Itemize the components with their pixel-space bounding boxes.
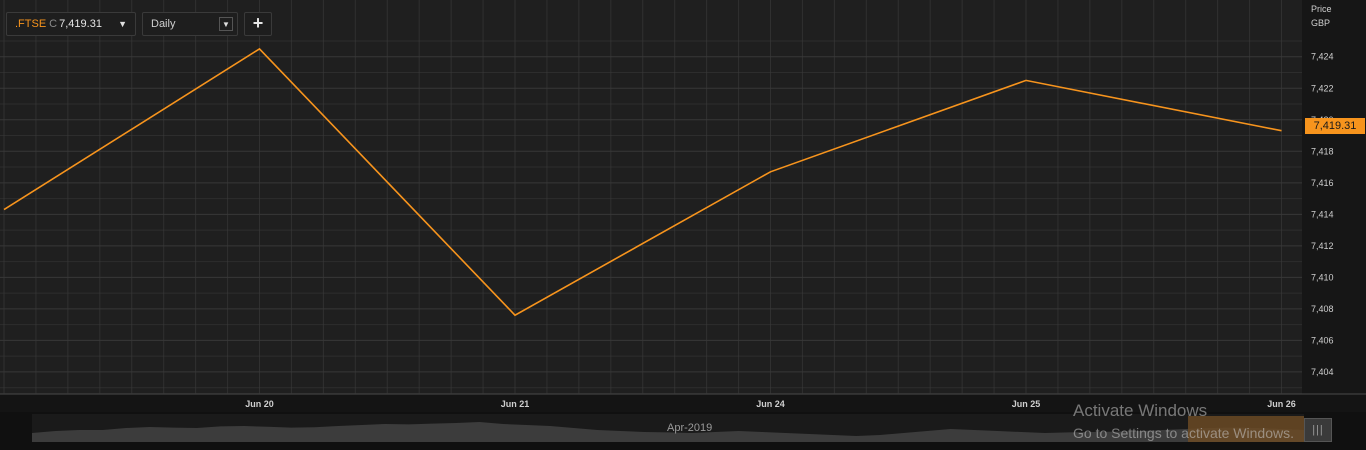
- y-tick-label: 7,424: [1311, 52, 1334, 62]
- x-tick-label: Jun 26: [1267, 399, 1296, 409]
- y-tick-label: 7,414: [1311, 209, 1334, 219]
- interval-label: Daily: [151, 18, 176, 30]
- y-tick-label: 7,404: [1311, 367, 1334, 377]
- x-tick-label: Jun 24: [756, 399, 785, 409]
- price-prefix: C: [49, 18, 58, 30]
- instrument-selector[interactable]: .FTSE C 7,419.31 ▼: [6, 12, 136, 36]
- interval-selector[interactable]: Daily ▼: [142, 12, 238, 36]
- axis-currency-label: GBP: [1311, 18, 1331, 28]
- watermark-title: Activate Windows: [1073, 401, 1208, 420]
- instrument-last-price: 7,419.31: [59, 18, 102, 30]
- y-tick-label: 7,410: [1311, 272, 1334, 282]
- y-tick-label: 7,418: [1311, 146, 1334, 156]
- axis-price-label: Price: [1311, 4, 1332, 14]
- add-series-button[interactable]: +: [244, 12, 272, 36]
- y-tick-label: 7,408: [1311, 304, 1334, 314]
- chevron-down-icon[interactable]: ▼: [219, 17, 233, 31]
- watermark-subtitle: Go to Settings to activate Windows.: [1073, 425, 1294, 441]
- y-tick-label: 7,412: [1311, 241, 1334, 251]
- scrollbar-handle[interactable]: |||: [1304, 418, 1332, 442]
- y-tick-label: 7,416: [1311, 178, 1334, 188]
- price-chart[interactable]: 7,404 7,406 7,408 7,410 7,412 7,414 7,416 7,418…: [0, 0, 1366, 450]
- x-tick-label: Jun 20: [245, 399, 274, 409]
- last-price-tag: 7,419.31: [1305, 118, 1365, 134]
- x-tick-label: Jun 21: [501, 399, 530, 409]
- instrument-name: .FTSE: [15, 18, 47, 30]
- y-tick-label: 7,422: [1311, 83, 1334, 93]
- x-tick-label: Jun 25: [1012, 399, 1041, 409]
- chevron-down-icon[interactable]: ▼: [118, 19, 127, 29]
- y-tick-label: 7,406: [1311, 335, 1334, 345]
- chart-toolbar: .FTSE C 7,419.31 ▼ Daily ▼ +: [6, 12, 272, 36]
- navigator-period-label: Apr-2019: [667, 422, 713, 434]
